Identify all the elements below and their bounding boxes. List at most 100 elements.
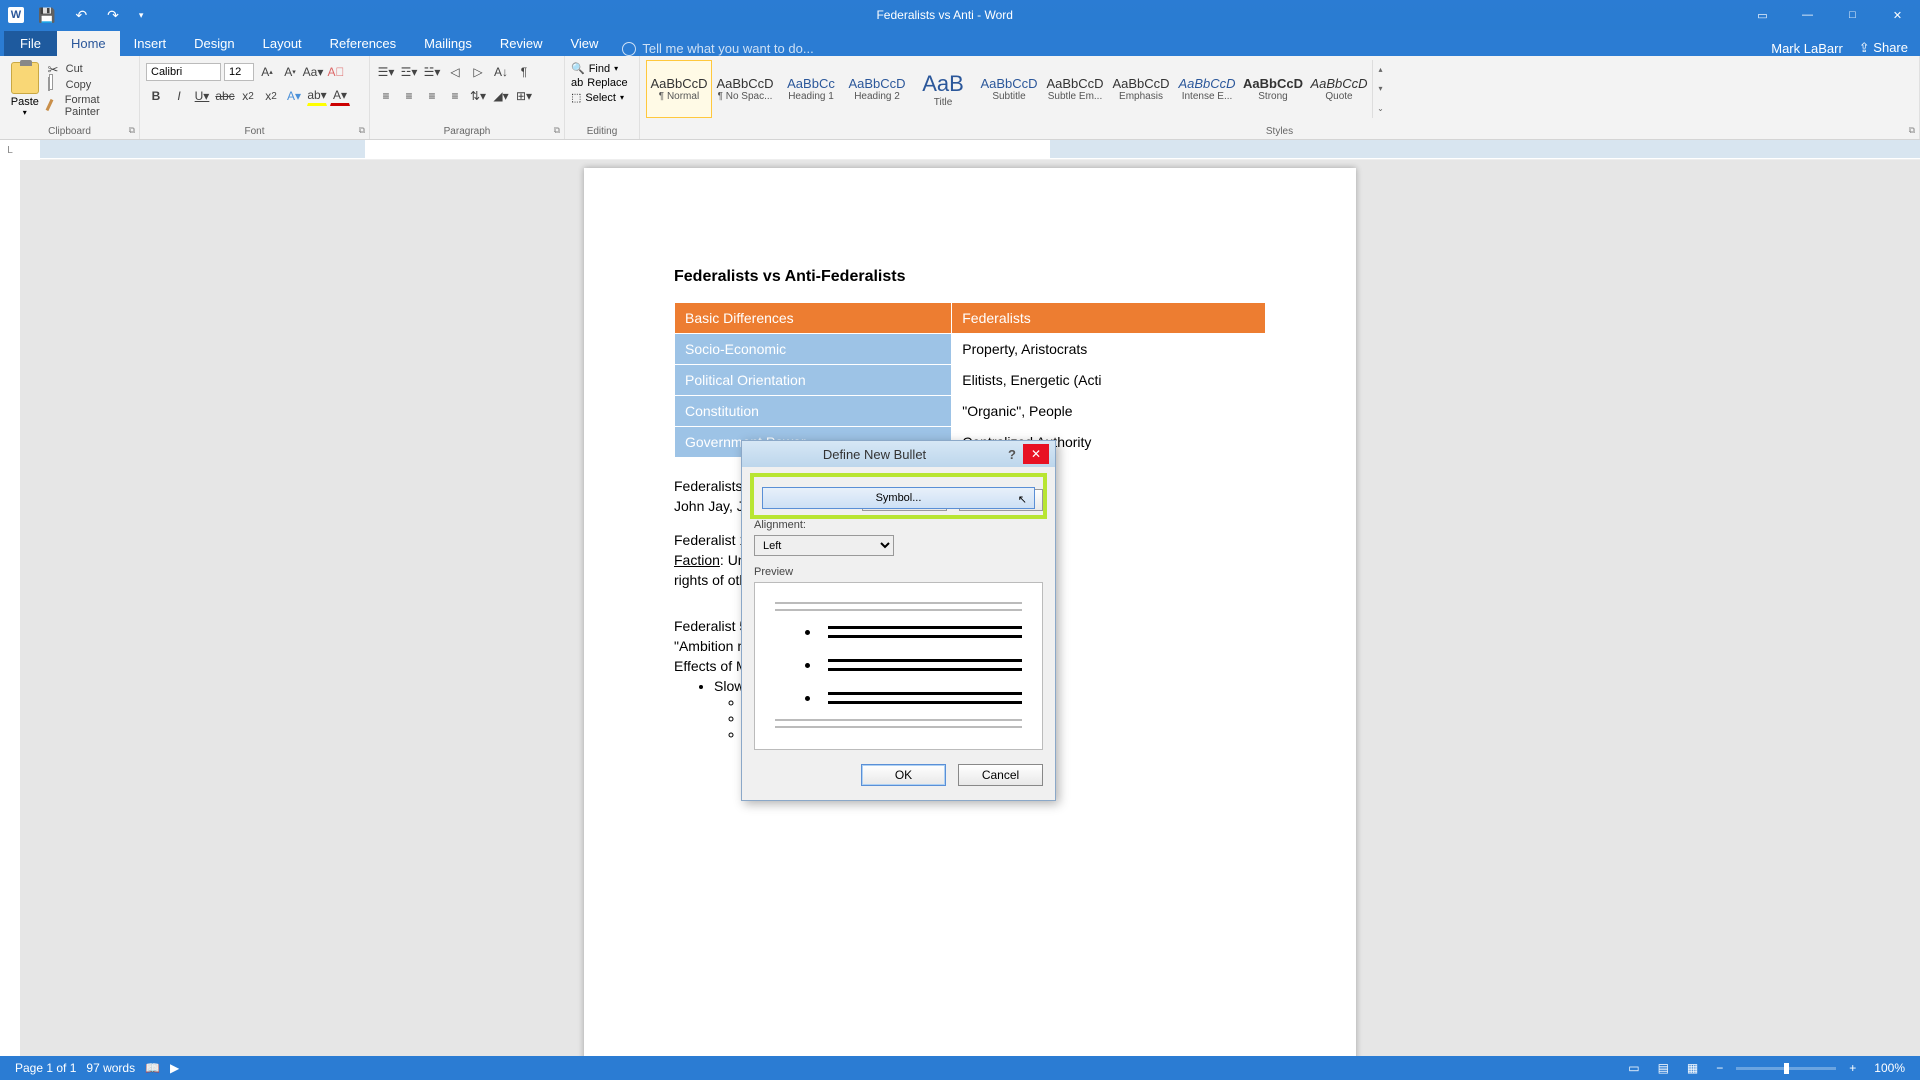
- style-heading2[interactable]: AaBbCcDHeading 2: [844, 60, 910, 118]
- copy-button[interactable]: Copy: [48, 78, 133, 92]
- align-right-button[interactable]: ≡: [422, 86, 442, 106]
- find-button[interactable]: 🔍Find▾: [571, 62, 633, 75]
- increase-indent-button[interactable]: ▷: [468, 62, 488, 82]
- qat-customize-icon[interactable]: ▾: [133, 10, 150, 21]
- close-window-icon[interactable]: ✕: [1875, 0, 1920, 30]
- highlight-button[interactable]: ab▾: [307, 86, 327, 106]
- multilevel-button[interactable]: ☱▾: [422, 62, 442, 82]
- style-titlestyle[interactable]: AaBTitle: [910, 60, 976, 118]
- cancel-button[interactable]: Cancel: [958, 764, 1043, 786]
- tab-insert[interactable]: Insert: [120, 31, 181, 56]
- tab-view[interactable]: View: [556, 31, 612, 56]
- zoom-level[interactable]: 100%: [1869, 1056, 1910, 1080]
- italic-button[interactable]: I: [169, 86, 189, 106]
- word-count[interactable]: 97 words: [81, 1056, 140, 1080]
- styles-up-icon[interactable]: ▴: [1373, 60, 1388, 79]
- bold-button[interactable]: B: [146, 86, 166, 106]
- clear-formatting-button[interactable]: A⃠: [326, 62, 346, 82]
- print-layout-icon[interactable]: ▤: [1653, 1056, 1674, 1080]
- cut-button[interactable]: Cut: [48, 62, 133, 76]
- minimize-icon[interactable]: —: [1785, 0, 1830, 30]
- ribbon-tabs: File Home Insert Design Layout Reference…: [0, 30, 1920, 56]
- style-nospac[interactable]: AaBbCcD¶ No Spac...: [712, 60, 778, 118]
- ribbon-opts-icon[interactable]: ▭: [1740, 0, 1785, 30]
- tab-references[interactable]: References: [316, 31, 410, 56]
- style-subtitle[interactable]: AaBbCcDSubtitle: [976, 60, 1042, 118]
- styles-down-icon[interactable]: ▾: [1373, 79, 1388, 98]
- macro-icon[interactable]: ▶: [165, 1056, 184, 1080]
- style-normal[interactable]: AaBbCcD¶ Normal: [646, 60, 712, 118]
- borders-button[interactable]: ⊞▾: [514, 86, 534, 106]
- style-quote[interactable]: AaBbCcDQuote: [1306, 60, 1372, 118]
- user-name[interactable]: Mark LaBarr: [1771, 41, 1843, 56]
- tab-mailings[interactable]: Mailings: [410, 31, 486, 56]
- decrease-indent-button[interactable]: ◁: [445, 62, 465, 82]
- subscript-button[interactable]: x2: [238, 86, 258, 106]
- show-marks-button[interactable]: ¶: [514, 62, 534, 82]
- shading-button[interactable]: ◢▾: [491, 86, 511, 106]
- clipboard-icon: [11, 62, 39, 94]
- zoom-slider[interactable]: [1736, 1067, 1836, 1070]
- redo-icon[interactable]: ↷: [101, 7, 125, 24]
- style-subtleem[interactable]: AaBbCcDSubtle Em...: [1042, 60, 1108, 118]
- replace-button[interactable]: abReplace: [571, 77, 633, 89]
- page-indicator[interactable]: Page 1 of 1: [10, 1056, 81, 1080]
- underline-button[interactable]: U▾: [192, 86, 212, 106]
- tell-me-search[interactable]: Tell me what you want to do...: [612, 41, 813, 56]
- styles-gallery[interactable]: AaBbCcD¶ NormalAaBbCcD¶ No Spac...AaBbCc…: [646, 58, 1913, 118]
- horizontal-ruler[interactable]: [40, 140, 1920, 160]
- share-button[interactable]: ⇪ Share: [1859, 40, 1908, 56]
- maximize-icon[interactable]: □: [1830, 0, 1875, 30]
- web-layout-icon[interactable]: ▦: [1682, 1056, 1703, 1080]
- strikethrough-button[interactable]: abc: [215, 86, 235, 106]
- font-launcher[interactable]: ⧉: [359, 125, 365, 136]
- tab-layout[interactable]: Layout: [249, 31, 316, 56]
- text-effects-button[interactable]: A▾: [284, 86, 304, 106]
- style-emphasis[interactable]: AaBbCcDEmphasis: [1108, 60, 1174, 118]
- align-left-button[interactable]: ≡: [376, 86, 396, 106]
- alignment-select[interactable]: Left: [754, 535, 894, 556]
- superscript-button[interactable]: x2: [261, 86, 281, 106]
- justify-button[interactable]: ≡: [445, 86, 465, 106]
- dialog-titlebar[interactable]: Define New Bullet ? ✕: [742, 441, 1055, 467]
- symbol-button[interactable]: Symbol...: [762, 487, 1035, 509]
- ruler-corner[interactable]: L: [0, 140, 20, 160]
- numbering-button[interactable]: ☲▾: [399, 62, 419, 82]
- styles-more-icon[interactable]: ⌄: [1373, 99, 1388, 118]
- format-painter-button[interactable]: Format Painter: [48, 94, 133, 118]
- select-button[interactable]: ⬚Select▾: [571, 91, 633, 104]
- style-intense[interactable]: AaBbCcDIntense E...: [1174, 60, 1240, 118]
- style-strong[interactable]: AaBbCcDStrong: [1240, 60, 1306, 118]
- paragraph-launcher[interactable]: ⧉: [554, 125, 560, 136]
- style-heading1[interactable]: AaBbCcHeading 1: [778, 60, 844, 118]
- font-size-select[interactable]: [224, 63, 254, 81]
- tab-home[interactable]: Home: [57, 31, 120, 56]
- tab-design[interactable]: Design: [180, 31, 248, 56]
- vertical-ruler[interactable]: [0, 160, 20, 1056]
- shrink-font-button[interactable]: A▾: [280, 62, 300, 82]
- bullets-button[interactable]: ☰▾: [376, 62, 396, 82]
- align-center-button[interactable]: ≡: [399, 86, 419, 106]
- lightbulb-icon: [622, 42, 636, 56]
- ok-button[interactable]: OK: [861, 764, 946, 786]
- help-icon[interactable]: ?: [1001, 444, 1023, 464]
- styles-launcher[interactable]: ⧉: [1909, 125, 1915, 136]
- tab-review[interactable]: Review: [486, 31, 557, 56]
- undo-icon[interactable]: ↶: [69, 7, 93, 24]
- sort-button[interactable]: A↓: [491, 62, 511, 82]
- cursor-icon: ⬚: [571, 91, 581, 104]
- font-color-button[interactable]: A▾: [330, 86, 350, 106]
- zoom-out-icon[interactable]: −: [1711, 1056, 1728, 1080]
- spell-check-icon[interactable]: 📖: [140, 1056, 165, 1080]
- save-icon[interactable]: 💾: [32, 7, 61, 24]
- font-name-select[interactable]: [146, 63, 221, 81]
- clipboard-launcher[interactable]: ⧉: [129, 125, 135, 136]
- line-spacing-button[interactable]: ⇅▾: [468, 86, 488, 106]
- read-mode-icon[interactable]: ▭: [1623, 1056, 1644, 1080]
- tab-file[interactable]: File: [4, 31, 57, 56]
- grow-font-button[interactable]: A▴: [257, 62, 277, 82]
- close-icon[interactable]: ✕: [1023, 444, 1049, 464]
- zoom-in-icon[interactable]: +: [1844, 1056, 1861, 1080]
- brush-icon: [48, 99, 61, 113]
- change-case-button[interactable]: Aa▾: [303, 62, 323, 82]
